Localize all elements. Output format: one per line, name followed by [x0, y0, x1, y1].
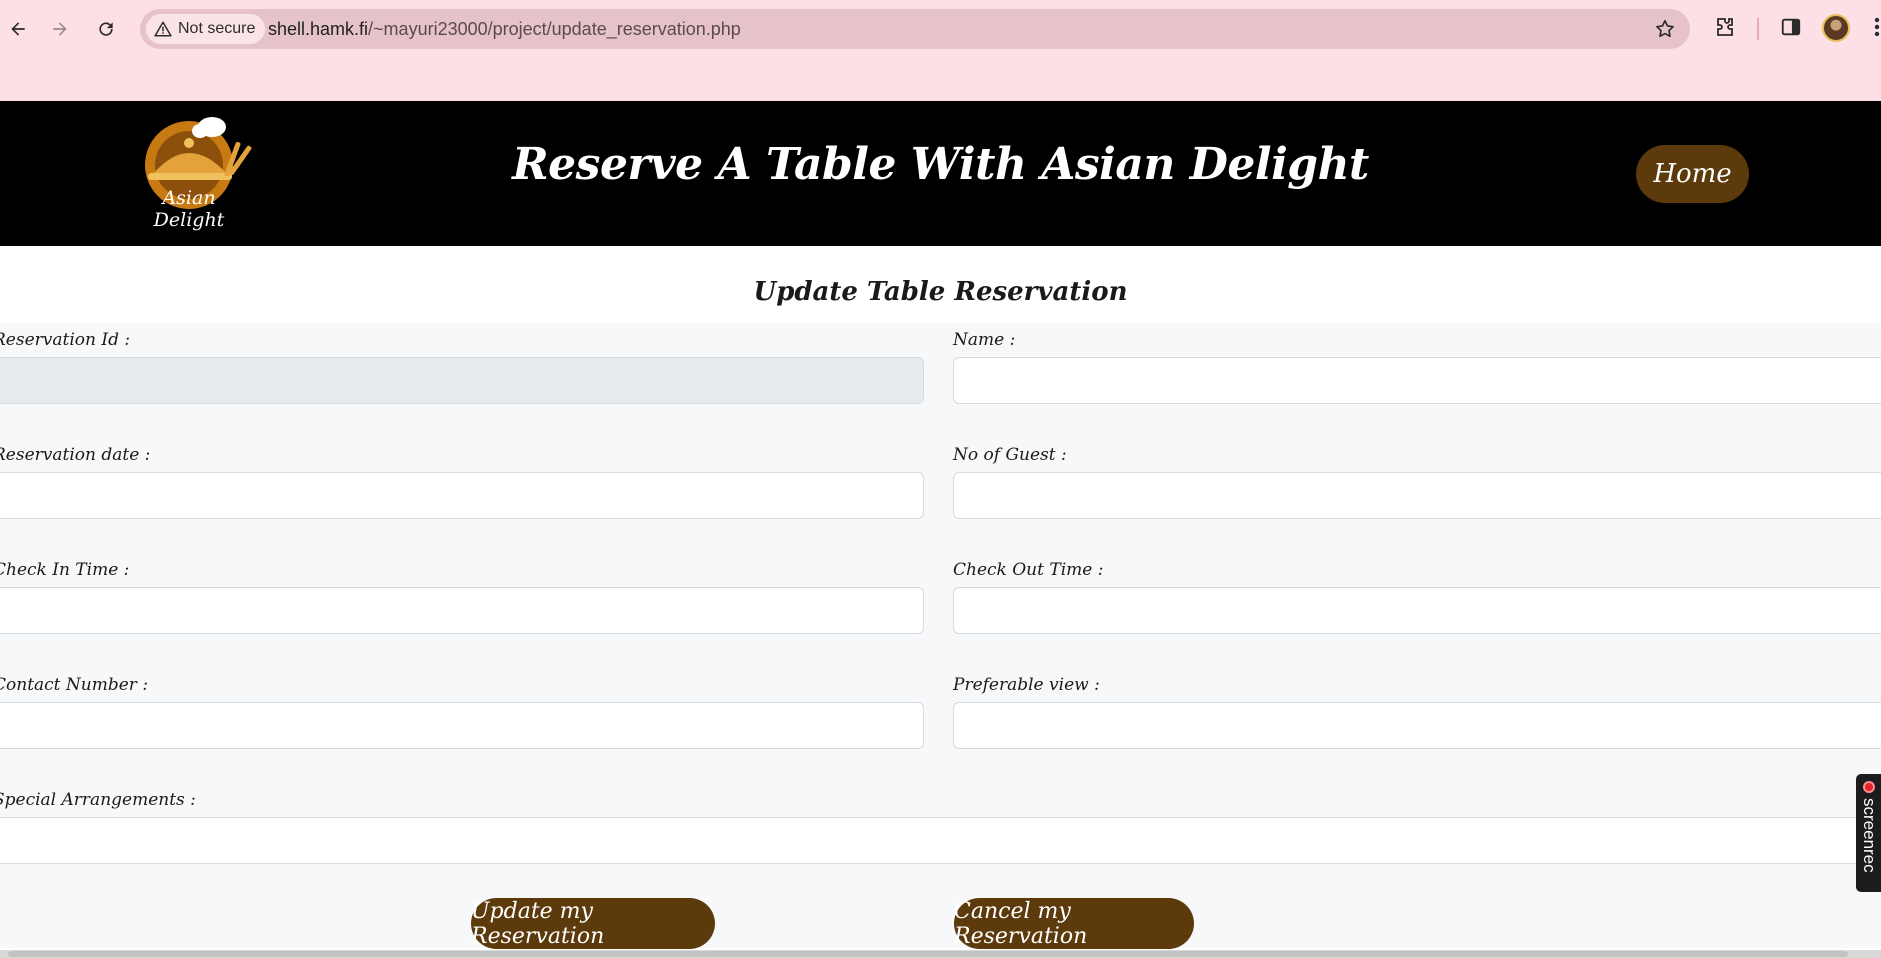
arrow-right-icon	[53, 22, 67, 36]
profile-avatar[interactable]	[1822, 14, 1850, 42]
address-bar[interactable]: Not secure shell.hamk.fi/~mayuri23000/pr…	[140, 9, 1690, 49]
guests-label: No of Guest :	[953, 445, 1067, 465]
url-host: shell.hamk.fi	[268, 19, 369, 39]
preferable-view-label: Preferable view :	[953, 675, 1100, 695]
home-button[interactable]: Home	[1636, 145, 1749, 203]
screenrec-label: screenrec	[1860, 798, 1879, 873]
scrollbar-thumb[interactable]	[8, 951, 1848, 957]
forward-button[interactable]	[42, 11, 78, 47]
arrow-left-icon	[11, 22, 25, 36]
kebab-menu-icon	[1874, 17, 1880, 37]
horizontal-scrollbar[interactable]	[0, 950, 1881, 958]
reservation-id-label: Reservation Id :	[0, 330, 131, 350]
security-label: Not secure	[178, 20, 256, 37]
check-in-label: Check In Time :	[0, 560, 130, 580]
warning-icon	[154, 21, 172, 37]
name-label: Name :	[953, 330, 1016, 350]
toolbar-divider	[1757, 18, 1759, 40]
check-out-input[interactable]	[953, 587, 1881, 634]
contact-number-label: Contact Number :	[0, 675, 149, 695]
name-input[interactable]	[953, 357, 1881, 404]
logo-text: Asian Delight	[153, 187, 225, 231]
special-arrangements-input[interactable]	[0, 817, 1881, 864]
puzzle-icon	[1717, 18, 1733, 36]
url-path: /~mayuri23000/project/update_reservation…	[368, 19, 741, 39]
reservation-id-input[interactable]	[0, 357, 924, 404]
preferable-view-input[interactable]	[953, 702, 1881, 749]
reservation-date-label: Reservation date :	[0, 445, 151, 465]
reload-button[interactable]	[88, 11, 124, 47]
extensions-button[interactable]	[1712, 14, 1738, 40]
form-heading: Update Table Reservation	[753, 277, 1128, 307]
back-button[interactable]	[0, 11, 36, 47]
record-dot-icon	[1863, 781, 1875, 793]
site-header: Asian Delight Reserve A Table With Asian…	[0, 101, 1881, 246]
guests-input[interactable]	[953, 472, 1881, 519]
check-out-label: Check Out Time :	[953, 560, 1104, 580]
cancel-reservation-button[interactable]: Cancel my Reservation	[954, 898, 1194, 949]
browser-menu-button[interactable]	[1864, 14, 1881, 40]
site-title: Reserve A Table With Asian Delight	[512, 139, 1369, 190]
browser-toolbar: Not secure shell.hamk.fi/~mayuri23000/pr…	[0, 0, 1881, 101]
update-reservation-button[interactable]: Update my Reservation	[471, 898, 715, 949]
url-text[interactable]: shell.hamk.fi/~mayuri23000/project/updat…	[268, 9, 741, 49]
bookmark-star-icon[interactable]	[1654, 18, 1676, 40]
reload-icon	[99, 22, 113, 36]
screenrec-widget[interactable]: screenrec	[1856, 774, 1881, 892]
special-arrangements-label: Special Arrangements :	[0, 790, 196, 810]
side-panel-icon	[1781, 18, 1801, 36]
side-panel-button[interactable]	[1778, 14, 1804, 40]
security-indicator[interactable]: Not secure	[146, 14, 266, 44]
check-in-input[interactable]	[0, 587, 924, 634]
reservation-date-input[interactable]	[0, 472, 924, 519]
contact-number-input[interactable]	[0, 702, 924, 749]
